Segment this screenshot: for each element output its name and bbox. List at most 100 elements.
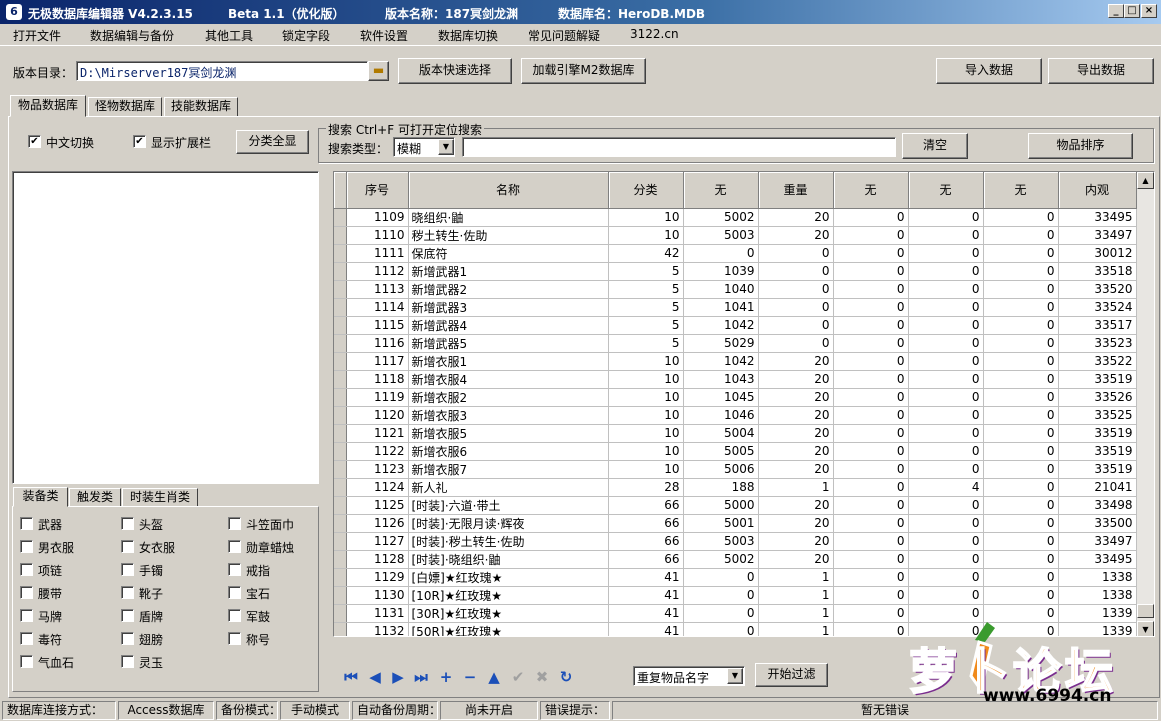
tab-fashion[interactable]: 时装生肖类 xyxy=(122,488,198,507)
cell-none-4[interactable]: 0 xyxy=(983,280,1059,299)
cell-none-1[interactable]: 5001 xyxy=(683,514,759,533)
chinese-toggle-checkbox[interactable]: ✔ xyxy=(28,135,41,148)
cell-appearance[interactable]: 33520 xyxy=(1058,280,1137,299)
cell-none-1[interactable]: 5003 xyxy=(683,226,759,245)
cell-weight[interactable]: 1 xyxy=(758,586,834,605)
cell-none-1[interactable]: 0 xyxy=(683,604,759,623)
cell-appearance[interactable]: 33524 xyxy=(1058,298,1137,317)
item-grid[interactable]: 序号 名称 分类 无 重量 无 无 无 内观 1109 晓组织·鼬 10 5002 20… xyxy=(333,171,1155,637)
cell-none-2[interactable]: 0 xyxy=(833,406,909,425)
cell-none-3[interactable]: 0 xyxy=(908,208,984,227)
cell-none-2[interactable]: 0 xyxy=(833,478,909,497)
category-checkbox[interactable] xyxy=(228,609,241,622)
cell-none-3[interactable]: 0 xyxy=(908,244,984,263)
row-indicator[interactable] xyxy=(334,262,347,281)
table-row[interactable]: 1113 新增武器2 5 1040 0 0 0 0 33520 xyxy=(334,280,1137,299)
cell-category[interactable]: 10 xyxy=(608,442,684,461)
cell-category[interactable]: 10 xyxy=(608,370,684,389)
table-row[interactable]: 1121 新增衣服5 10 5004 20 0 0 0 33519 xyxy=(334,424,1137,443)
cell-category[interactable]: 10 xyxy=(608,352,684,371)
cell-category[interactable]: 41 xyxy=(608,604,684,623)
cell-none-3[interactable]: 0 xyxy=(908,442,984,461)
cell-none-1[interactable]: 0 xyxy=(683,586,759,605)
cell-appearance[interactable]: 33523 xyxy=(1058,334,1137,353)
cell-none-3[interactable]: 0 xyxy=(908,406,984,425)
cell-name[interactable]: [30R]★红玫瑰★ xyxy=(408,604,609,623)
tab-equipment[interactable]: 装备类 xyxy=(13,487,68,507)
cell-none-4[interactable]: 0 xyxy=(983,532,1059,551)
cell-weight[interactable]: 0 xyxy=(758,262,834,281)
cell-none-3[interactable]: 0 xyxy=(908,514,984,533)
row-indicator[interactable] xyxy=(334,568,347,587)
cell-id[interactable]: 1120 xyxy=(346,406,409,425)
cell-none-3[interactable]: 0 xyxy=(908,388,984,407)
cell-appearance[interactable]: 33497 xyxy=(1058,532,1137,551)
cell-none-3[interactable]: 0 xyxy=(908,334,984,353)
cell-none-3[interactable]: 0 xyxy=(908,352,984,371)
cell-none-2[interactable]: 0 xyxy=(833,586,909,605)
cell-appearance[interactable]: 33519 xyxy=(1058,442,1137,461)
folder-icon[interactable]: ▬ xyxy=(368,61,389,81)
search-input[interactable] xyxy=(462,137,896,157)
cell-none-4[interactable]: 0 xyxy=(983,550,1059,569)
col-header-none-4[interactable]: 无 xyxy=(983,172,1059,209)
cell-none-2[interactable]: 0 xyxy=(833,316,909,335)
cell-appearance[interactable]: 33500 xyxy=(1058,514,1137,533)
cell-weight[interactable]: 20 xyxy=(758,226,834,245)
cell-id[interactable]: 1112 xyxy=(346,262,409,281)
cell-name[interactable]: [时装]·六道·带土 xyxy=(408,496,609,515)
row-indicator[interactable] xyxy=(334,334,347,353)
cell-weight[interactable]: 20 xyxy=(758,388,834,407)
category-checkbox[interactable] xyxy=(228,517,241,530)
item-list-box[interactable] xyxy=(12,171,319,484)
quick-select-button[interactable]: 版本快速选择 xyxy=(398,58,512,84)
scroll-thumb[interactable] xyxy=(1137,604,1154,618)
cell-category[interactable]: 5 xyxy=(608,262,684,281)
dir-input[interactable]: D:\Mirserver187冥剑龙渊 xyxy=(76,61,368,81)
table-row[interactable]: 1120 新增衣服3 10 1046 20 0 0 0 33525 xyxy=(334,406,1137,425)
tab-trigger[interactable]: 触发类 xyxy=(69,488,121,507)
row-indicator[interactable] xyxy=(334,586,347,605)
close-button[interactable]: × xyxy=(1141,4,1157,18)
cell-name[interactable]: [50R]★红玫瑰★ xyxy=(408,622,609,636)
table-row[interactable]: 1109 晓组织·鼬 10 5002 20 0 0 0 33495 xyxy=(334,208,1137,227)
cell-appearance[interactable]: 33518 xyxy=(1058,262,1137,281)
row-indicator[interactable] xyxy=(334,532,347,551)
cell-appearance[interactable]: 33497 xyxy=(1058,226,1137,245)
cell-none-2[interactable]: 0 xyxy=(833,550,909,569)
edit-record-icon[interactable]: ▲ xyxy=(486,669,502,685)
cell-none-3[interactable]: 0 xyxy=(908,370,984,389)
cell-name[interactable]: 新增武器5 xyxy=(408,334,609,353)
cell-id[interactable]: 1131 xyxy=(346,604,409,623)
menu-db-switch[interactable]: 数据库切换 xyxy=(438,27,498,44)
cell-category[interactable]: 10 xyxy=(608,460,684,479)
cell-category[interactable]: 5 xyxy=(608,316,684,335)
cell-none-1[interactable]: 1042 xyxy=(683,352,759,371)
cell-id[interactable]: 1110 xyxy=(346,226,409,245)
row-indicator[interactable] xyxy=(334,280,347,299)
cell-category[interactable]: 10 xyxy=(608,226,684,245)
cell-weight[interactable]: 0 xyxy=(758,280,834,299)
table-row[interactable]: 1118 新增衣服4 10 1043 20 0 0 0 33519 xyxy=(334,370,1137,389)
cell-none-4[interactable]: 0 xyxy=(983,208,1059,227)
category-checkbox[interactable] xyxy=(20,655,33,668)
cell-id[interactable]: 1114 xyxy=(346,298,409,317)
cell-none-4[interactable]: 0 xyxy=(983,496,1059,515)
cell-name[interactable]: 新增衣服4 xyxy=(408,370,609,389)
row-indicator[interactable] xyxy=(334,208,347,227)
cell-appearance[interactable]: 33495 xyxy=(1058,550,1137,569)
cell-category[interactable]: 10 xyxy=(608,388,684,407)
cell-none-4[interactable]: 0 xyxy=(983,586,1059,605)
cell-none-1[interactable]: 0 xyxy=(683,622,759,636)
row-indicator[interactable] xyxy=(334,442,347,461)
cell-none-4[interactable]: 0 xyxy=(983,244,1059,263)
cell-none-2[interactable]: 0 xyxy=(833,568,909,587)
next-record-icon[interactable]: ▶ xyxy=(390,669,406,685)
cell-name[interactable]: 保底符 xyxy=(408,244,609,263)
cell-id[interactable]: 1125 xyxy=(346,496,409,515)
cell-name[interactable]: 秽土转生·佐助 xyxy=(408,226,609,245)
row-indicator[interactable] xyxy=(334,298,347,317)
cell-none-3[interactable]: 0 xyxy=(908,532,984,551)
col-header-none-2[interactable]: 无 xyxy=(833,172,909,209)
start-filter-button[interactable]: 开始过滤 xyxy=(755,663,828,687)
